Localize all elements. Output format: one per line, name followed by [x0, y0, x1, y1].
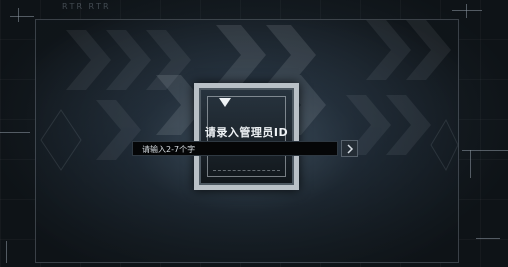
triangle-down-icon — [219, 98, 231, 107]
emblem-divider — [213, 170, 280, 171]
hud-line — [452, 10, 482, 11]
hud-line — [466, 4, 467, 18]
hud-line — [476, 238, 500, 239]
hud-line — [462, 150, 508, 151]
chevron-right-icon — [346, 143, 353, 154]
dialog-title: 请录入管理员ID — [204, 126, 289, 139]
admin-id-input[interactable]: 请输入2-7个字 — [132, 141, 338, 156]
hud-line — [18, 8, 19, 22]
hud-line — [470, 150, 471, 178]
hud-line — [6, 241, 7, 263]
id-emblem-frame: 请录入管理员ID — [194, 83, 299, 190]
submit-button[interactable] — [341, 140, 358, 157]
hud-line — [10, 16, 34, 17]
hud-line — [0, 132, 30, 133]
top-title-text: ꓣꓔꓣ ꓣꓔꓣ — [62, 2, 111, 11]
